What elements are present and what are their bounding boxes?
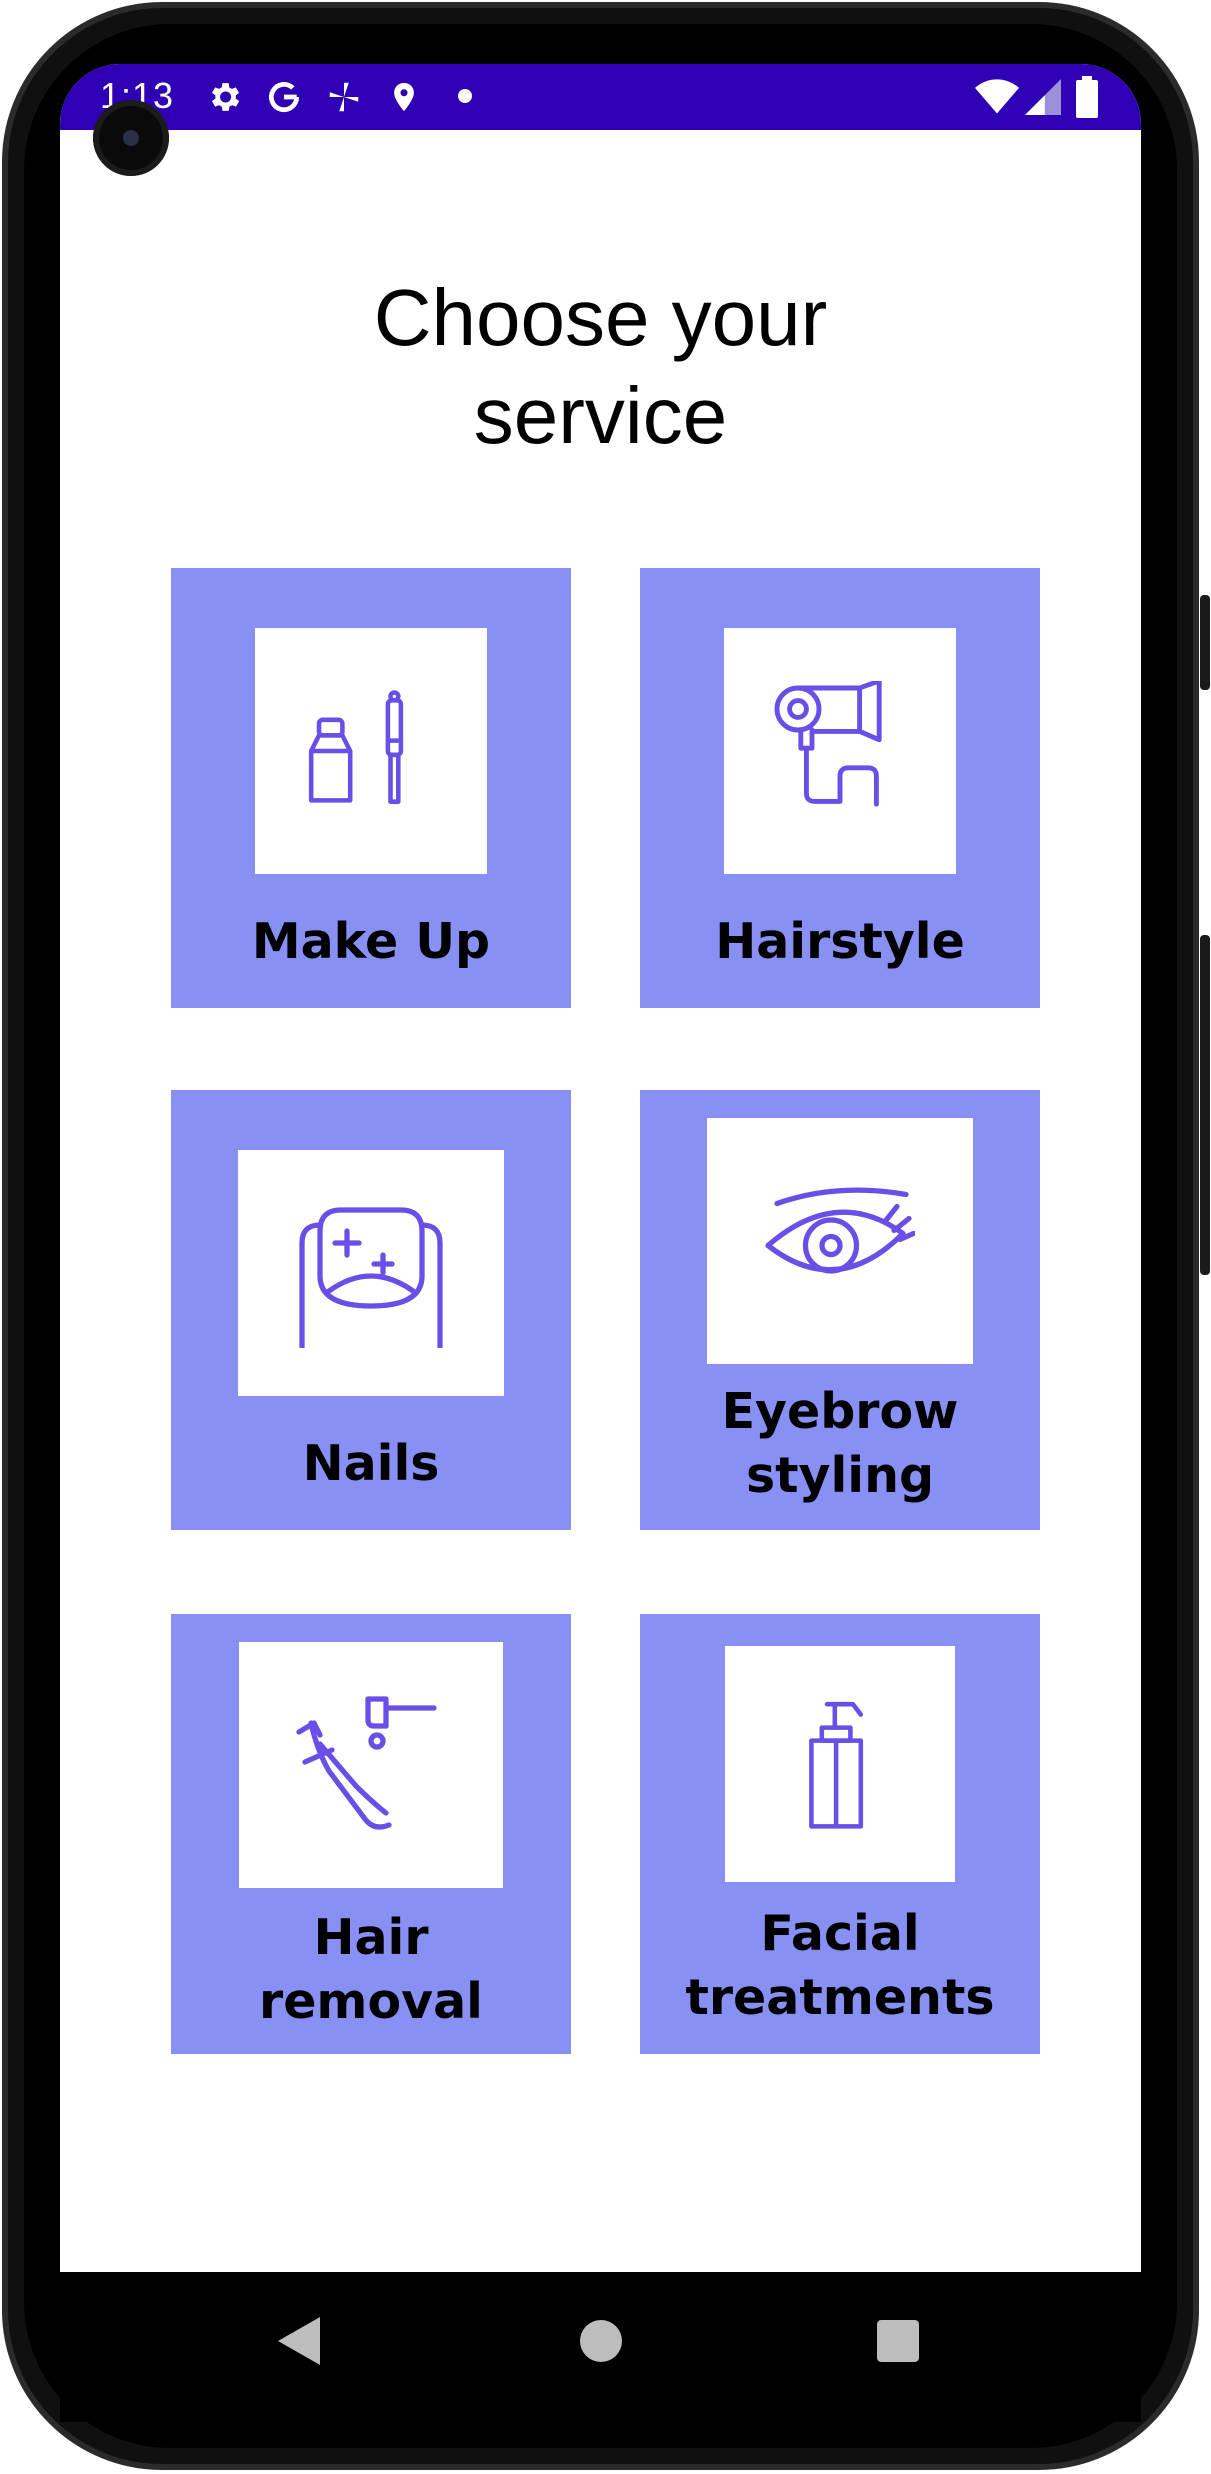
service-image-hairstyle <box>724 628 956 874</box>
app-screen: 1:13 Choose your service Make Up Hairsty… <box>60 64 1141 2272</box>
service-tile-eyebrow-styling[interactable]: Eyebrow styling <box>640 1090 1040 1530</box>
settings-icon <box>211 83 240 111</box>
nail-icon <box>299 1207 443 1348</box>
page-title: Choose your service <box>60 269 1141 465</box>
service-label-make-up: Make Up <box>251 913 491 970</box>
battery-icon <box>1076 76 1098 118</box>
back-icon[interactable] <box>278 2317 320 2365</box>
hair-dryer-icon <box>774 681 882 807</box>
volume-button <box>1200 595 1210 690</box>
service-image-eyebrow-styling <box>707 1118 973 1364</box>
status-bar: 1:13 <box>60 64 1141 130</box>
service-tile-make-up[interactable]: Make Up <box>171 568 571 1008</box>
signal-icon <box>1025 79 1061 115</box>
wifi-icon <box>975 79 1019 114</box>
front-camera <box>93 100 169 176</box>
location-icon <box>394 82 414 112</box>
service-tile-nails[interactable]: Nails <box>171 1090 571 1530</box>
recents-icon[interactable] <box>877 2320 919 2362</box>
service-label-eyebrow-styling: Eyebrow styling <box>721 1383 959 1504</box>
pinwheel-icon <box>329 82 359 112</box>
eye-icon <box>765 1187 915 1274</box>
nail-polish-icon <box>308 690 404 804</box>
service-tile-hairstyle[interactable]: Hairstyle <box>640 568 1040 1008</box>
pump-bottle-icon <box>809 1701 864 1829</box>
epilator-icon <box>296 1696 437 1830</box>
home-icon[interactable] <box>580 2320 622 2362</box>
service-label-facial-treatments: Facial treatments <box>685 1905 995 2026</box>
service-image-nails <box>238 1150 504 1396</box>
device-screenshot: 1:13 Choose your service Make Up Hairsty… <box>0 0 1211 2474</box>
service-image-hair-removal <box>239 1642 503 1888</box>
navigation-bar <box>60 2272 1141 2422</box>
page-title-line2: service <box>473 371 728 460</box>
power-button <box>1200 935 1210 1275</box>
page-title-line1: Choose your <box>373 273 828 362</box>
service-label-nails: Nails <box>302 1435 440 1492</box>
google-icon <box>268 82 300 113</box>
dot-icon <box>458 89 472 103</box>
service-image-make-up <box>255 628 487 874</box>
service-image-facial-treatments <box>725 1646 955 1882</box>
service-label-hairstyle: Hairstyle <box>715 913 965 970</box>
service-tile-hair-removal[interactable]: Hair removal <box>171 1614 571 2054</box>
service-tile-facial-treatments[interactable]: Facial treatments <box>640 1614 1040 2054</box>
service-label-hair-removal: Hair removal <box>259 1909 483 2030</box>
